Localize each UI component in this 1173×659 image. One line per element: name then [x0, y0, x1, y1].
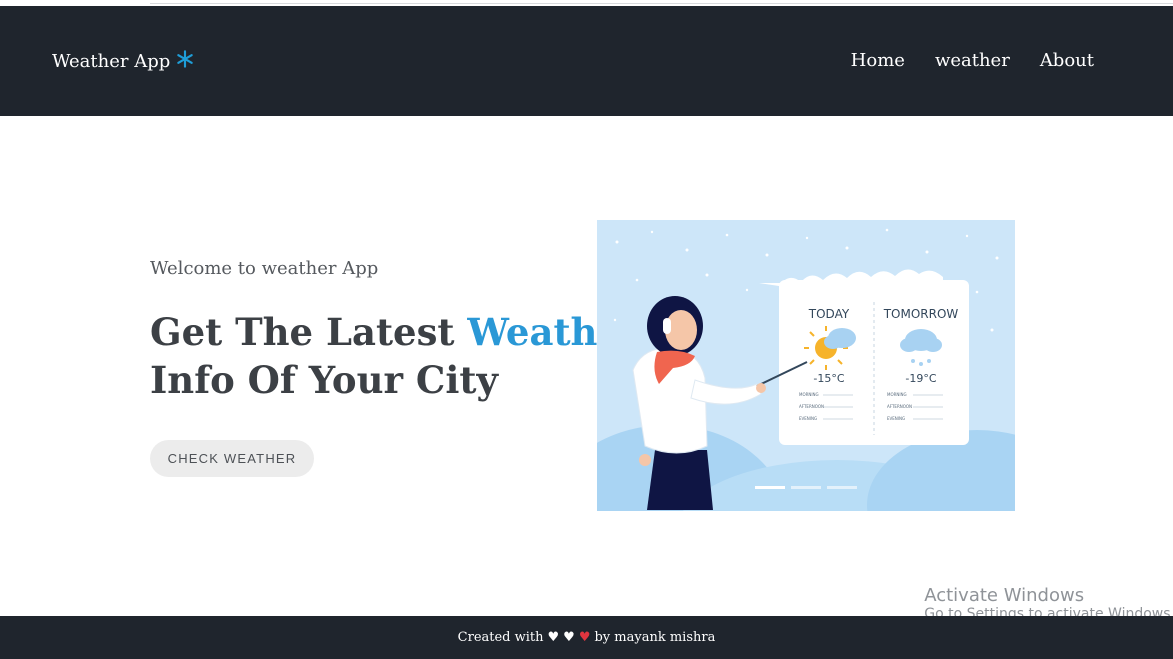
- white-heart-icon: ♥: [547, 630, 560, 645]
- nav-links: Home weather About: [851, 50, 1094, 71]
- tomorrow-row-morning: MORNING: [887, 392, 907, 397]
- today-row-evening: EVENING: [799, 416, 817, 421]
- navbar: Weather App Home weather About: [0, 6, 1173, 116]
- brand[interactable]: Weather App: [52, 50, 194, 73]
- today-row-afternoon: AFTERNOON: [799, 404, 824, 409]
- today-label: TODAY: [808, 307, 850, 321]
- headline-part2: Info Of Your City: [150, 358, 498, 402]
- forecast-board: TODAY TOMORROW -15°C -19°C MORNING AFTER…: [759, 269, 969, 445]
- browser-top-strip: [150, 0, 1173, 4]
- nav-weather[interactable]: weather: [935, 50, 1010, 71]
- tomorrow-temp: -19°C: [905, 372, 936, 385]
- carousel-indicators: [755, 486, 857, 489]
- hero-headline: Get The Latest Weather Info Of Your City: [150, 308, 640, 404]
- welcome-text: Welcome to weather App: [150, 258, 379, 279]
- tomorrow-row-evening: EVENING: [887, 416, 905, 421]
- headline-part1: Get The Latest: [150, 310, 468, 354]
- watermark-line1: Activate Windows: [924, 585, 1085, 606]
- brand-title: Weather App: [52, 51, 171, 72]
- nav-about[interactable]: About: [1040, 50, 1094, 71]
- tomorrow-label: TOMORROW: [883, 307, 959, 321]
- tomorrow-row-afternoon: AFTERNOON: [887, 404, 912, 409]
- snowflake-icon: [176, 50, 194, 73]
- check-weather-button[interactable]: CHECK WEATHER: [150, 440, 314, 477]
- weather-illustration-svg: TODAY TOMORROW -15°C -19°C MORNING AFTER…: [597, 220, 1015, 511]
- footer-author: by mayank mishra: [594, 630, 716, 645]
- weather-illustration: TODAY TOMORROW -15°C -19°C MORNING AFTER…: [597, 220, 1015, 511]
- today-temp: -15°C: [813, 372, 844, 385]
- footer-created-with: Created with: [457, 630, 544, 645]
- red-heart-icon: ♥: [578, 630, 591, 645]
- white-heart-icon: ♥: [563, 630, 575, 645]
- nav-home[interactable]: Home: [851, 50, 905, 71]
- footer: Created with ♥ ♥ ♥ by mayank mishra: [0, 616, 1173, 659]
- today-row-morning: MORNING: [799, 392, 819, 397]
